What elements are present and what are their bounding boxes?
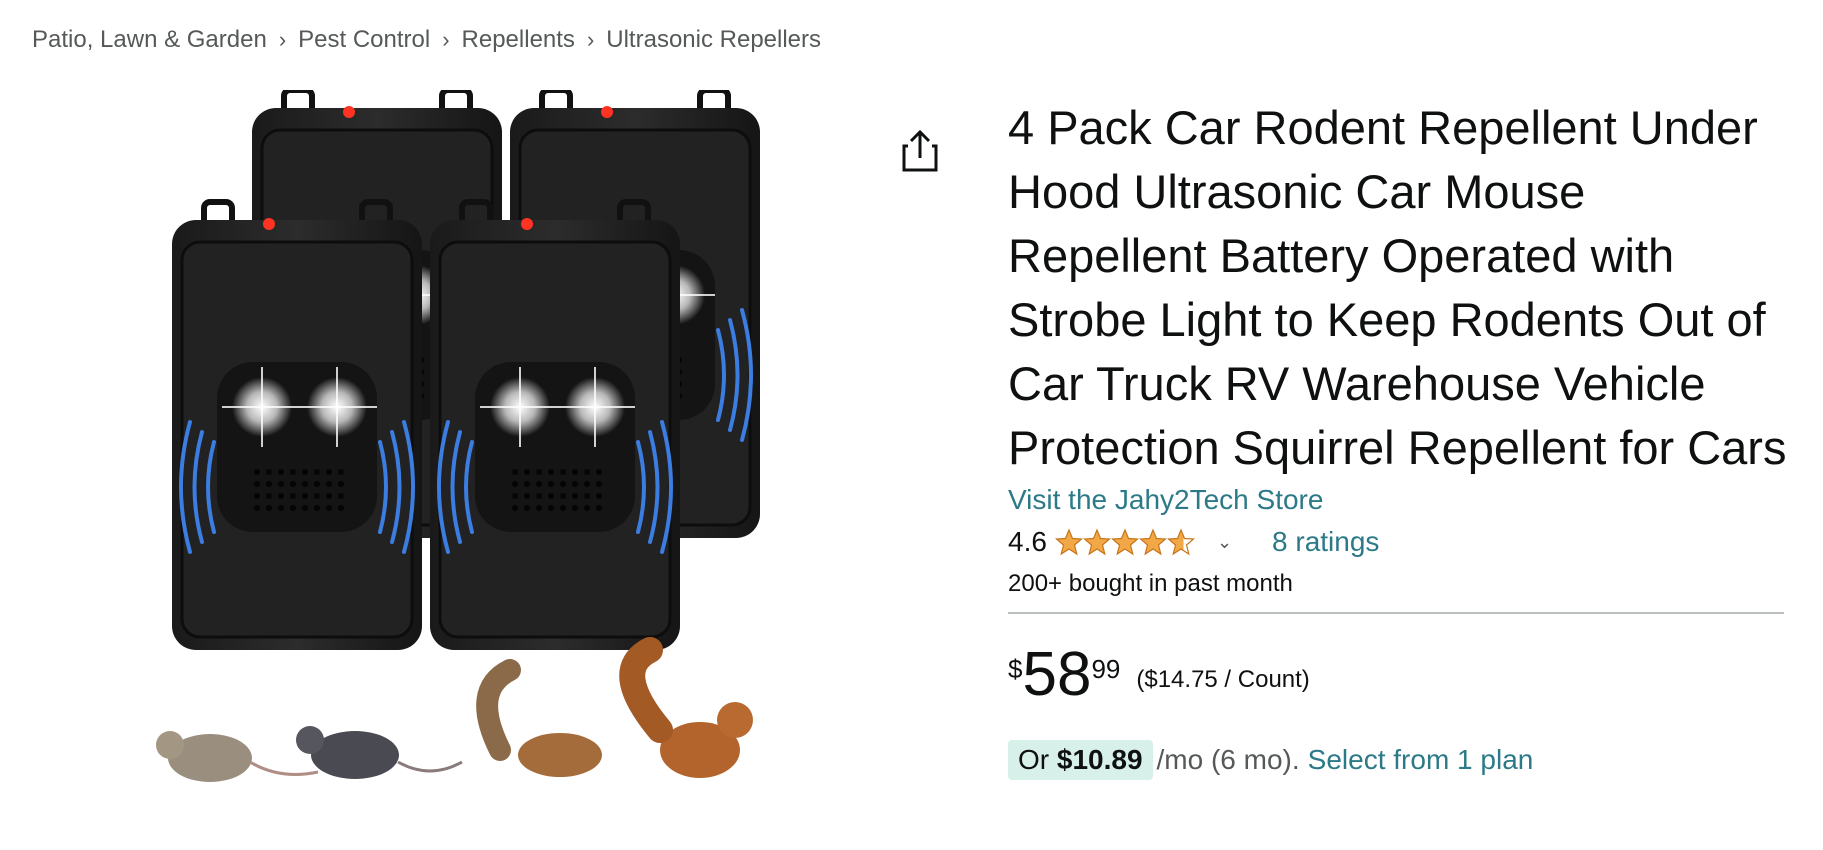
plan-or: Or <box>1018 744 1050 775</box>
unit-price: ($14.75 / Count) <box>1136 666 1310 693</box>
store-link[interactable]: Visit the Jahy2Tech Store <box>1008 484 1323 516</box>
rating-value: 4.6 <box>1008 526 1047 557</box>
divider <box>1008 612 1784 614</box>
star-rating[interactable] <box>1054 528 1195 556</box>
bought-in-past-month: 200+ bought in past month <box>1008 570 1293 597</box>
product-main-image[interactable] <box>140 90 880 845</box>
plan-amount: $10.89 <box>1056 744 1143 775</box>
rating-row: 4.6 ⌄ 8 ratings <box>1008 522 1788 562</box>
breadcrumb-item-repellents[interactable]: Repellents <box>462 26 575 54</box>
share-button[interactable] <box>900 128 940 174</box>
price-whole: 58 <box>1022 640 1092 709</box>
breadcrumb-item-patio[interactable]: Patio, Lawn & Garden <box>32 26 267 54</box>
breadcrumb-item-ultrasonic-repellers[interactable]: Ultrasonic Repellers <box>606 26 821 54</box>
ratings-count-link[interactable]: 8 ratings <box>1272 526 1379 558</box>
plan-term: /mo (6 mo). <box>1156 744 1300 775</box>
payment-plan: Or $10.89 /mo (6 mo). Select from 1 plan <box>1008 740 1788 780</box>
product-image-illustration <box>156 90 880 782</box>
price-symbol: $ <box>1008 654 1023 684</box>
chevron-down-icon[interactable]: ⌄ <box>1217 532 1232 553</box>
star-icon <box>1110 528 1139 556</box>
plan-badge: Or $10.89 <box>1008 740 1153 780</box>
share-icon <box>902 129 938 172</box>
breadcrumb-item-pest-control[interactable]: Pest Control <box>298 26 430 54</box>
star-icon <box>1138 528 1167 556</box>
product-info: 4 Pack Car Rodent Repellent Under Hood U… <box>1008 96 1788 780</box>
star-icon <box>1082 528 1111 556</box>
animals-illustration <box>156 637 753 782</box>
price: $ 58 99 ($14.75 / Count) <box>1008 640 1788 720</box>
breadcrumb-separator-icon: › <box>586 27 595 52</box>
breadcrumb-separator-icon: › <box>278 27 287 52</box>
star-icon <box>1166 528 1195 556</box>
select-plan-link[interactable]: Select from 1 plan <box>1308 744 1534 776</box>
star-icon <box>1054 528 1083 556</box>
breadcrumb: Patio, Lawn & Garden › Pest Control › Re… <box>32 26 821 54</box>
breadcrumb-separator-icon: › <box>442 27 450 52</box>
price-fraction: 99 <box>1091 654 1121 684</box>
product-title: 4 Pack Car Rodent Repellent Under Hood U… <box>1008 101 1787 474</box>
